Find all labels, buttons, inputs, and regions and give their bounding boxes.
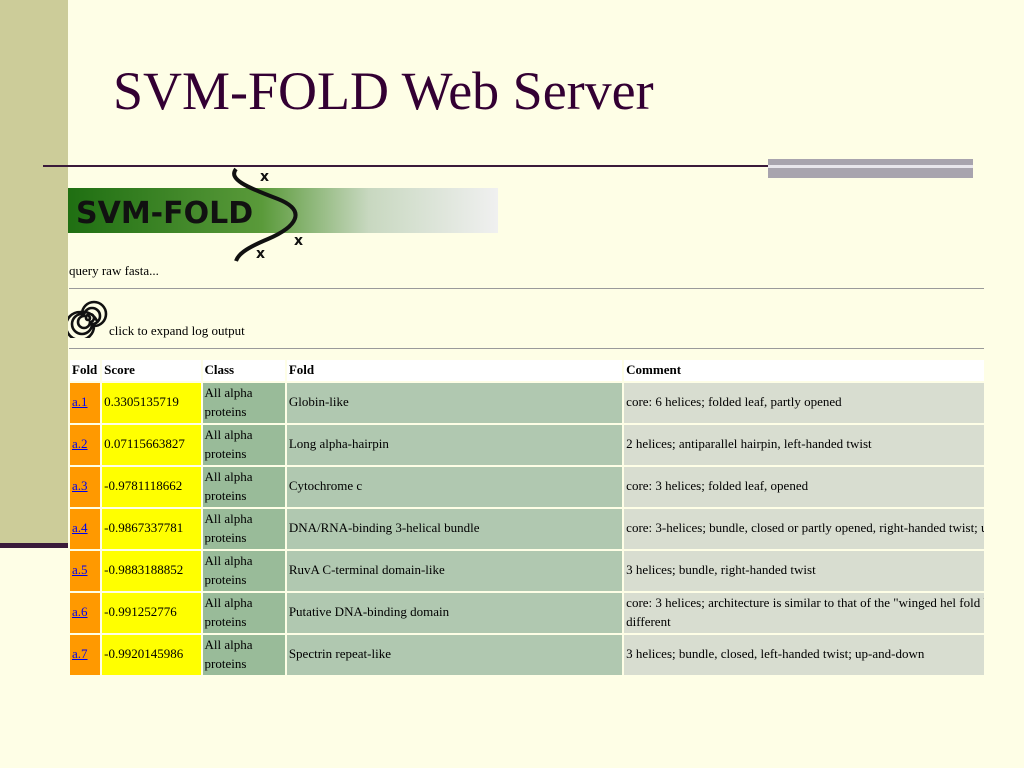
score-cell: -0.991252776 xyxy=(102,592,201,633)
comment-cell: core: 6 helices; folded leaf, partly ope… xyxy=(624,382,984,423)
fold-id-cell: a.4 xyxy=(70,508,101,549)
score-cell: -0.9867337781 xyxy=(102,508,201,549)
fold-id-cell: a.1 xyxy=(70,382,101,423)
logo-mark-right: x xyxy=(294,233,303,249)
slide-sidebar xyxy=(0,0,68,548)
fold-id-cell: a.6 xyxy=(70,592,101,633)
header-comment: Comment xyxy=(624,360,984,381)
class-cell: All alpha proteins xyxy=(202,634,285,675)
score-cell: 0.07115663827 xyxy=(102,424,201,465)
fold-name-cell: Putative DNA-binding domain xyxy=(286,592,623,633)
fold-link[interactable]: a.7 xyxy=(72,646,88,661)
fold-link[interactable]: a.3 xyxy=(72,478,88,493)
fold-name-cell: Globin-like xyxy=(286,382,623,423)
table-row: a.6 -0.991252776 All alpha proteins Puta… xyxy=(70,592,984,633)
header-fold: Fold xyxy=(70,360,101,381)
slide-title: SVM-FOLD Web Server xyxy=(113,61,654,121)
logo-mark-top: x xyxy=(260,169,269,185)
divider-top xyxy=(69,288,984,289)
comment-cell: core: 3-helices; bundle, closed or partl… xyxy=(624,508,984,549)
divider-bottom xyxy=(69,348,984,349)
table-header-row: Fold Score Class Fold Comment xyxy=(70,360,984,381)
fold-id-cell: a.3 xyxy=(70,466,101,507)
fold-id-cell: a.7 xyxy=(70,634,101,675)
svm-fold-logo: SVM-FOLD x x x xyxy=(68,167,498,262)
logo-text: SVM-FOLD xyxy=(76,196,253,231)
fold-link[interactable]: a.4 xyxy=(72,520,88,535)
comment-cell: 2 helices; antiparallel hairpin, left-ha… xyxy=(624,424,984,465)
expand-log-output-link[interactable]: click to expand log output xyxy=(109,323,245,339)
header-score: Score xyxy=(102,360,201,381)
score-cell: 0.3305135719 xyxy=(102,382,201,423)
results-table-container: Fold Score Class Fold Comment a.1 0.3305… xyxy=(68,358,984,680)
table-row: a.7 -0.9920145986 All alpha proteins Spe… xyxy=(70,634,984,675)
comment-cell: core: 3 helices; architecture is similar… xyxy=(624,592,984,633)
table-row: a.4 -0.9867337781 All alpha proteins DNA… xyxy=(70,508,984,549)
table-row: a.3 -0.9781118662 All alpha proteins Cyt… xyxy=(70,466,984,507)
logo-mark-bottom: x xyxy=(256,246,265,262)
table-row: a.5 -0.9883188852 All alpha proteins Ruv… xyxy=(70,550,984,591)
class-cell: All alpha proteins xyxy=(202,592,285,633)
fold-name-cell: DNA/RNA-binding 3-helical bundle xyxy=(286,508,623,549)
fold-link[interactable]: a.2 xyxy=(72,436,88,451)
fold-link[interactable]: a.6 xyxy=(72,604,88,619)
fold-link[interactable]: a.5 xyxy=(72,562,88,577)
score-cell: -0.9920145986 xyxy=(102,634,201,675)
fold-name-cell: Long alpha-hairpin xyxy=(286,424,623,465)
results-table: Fold Score Class Fold Comment a.1 0.3305… xyxy=(68,358,984,677)
score-cell: -0.9781118662 xyxy=(102,466,201,507)
class-cell: All alpha proteins xyxy=(202,508,285,549)
query-raw-fasta-label: query raw fasta... xyxy=(69,263,159,278)
header-fold-name: Fold xyxy=(286,360,623,381)
fold-name-cell: Spectrin repeat-like xyxy=(286,634,623,675)
class-cell: All alpha proteins xyxy=(202,550,285,591)
comment-cell: 3 helices; bundle, right-handed twist xyxy=(624,550,984,591)
class-cell: All alpha proteins xyxy=(202,424,285,465)
comment-cell: 3 helices; bundle, closed, left-handed t… xyxy=(624,634,984,675)
class-cell: All alpha proteins xyxy=(202,466,285,507)
fold-name-cell: Cytochrome c xyxy=(286,466,623,507)
table-row: a.1 0.3305135719 All alpha proteins Glob… xyxy=(70,382,984,423)
fold-link[interactable]: a.1 xyxy=(72,394,88,409)
header-class: Class xyxy=(202,360,285,381)
title-divider-block-line xyxy=(768,165,973,168)
score-cell: -0.9883188852 xyxy=(102,550,201,591)
fold-id-cell: a.2 xyxy=(70,424,101,465)
table-row: a.2 0.07115663827 All alpha proteins Lon… xyxy=(70,424,984,465)
sidebar-accent xyxy=(0,543,68,548)
comment-cell: core: 3 helices; folded leaf, opened xyxy=(624,466,984,507)
class-cell: All alpha proteins xyxy=(202,382,285,423)
fold-name-cell: RuvA C-terminal domain-like xyxy=(286,550,623,591)
title-divider-block xyxy=(768,159,973,178)
spiral-icon[interactable] xyxy=(68,298,108,338)
fold-id-cell: a.5 xyxy=(70,550,101,591)
